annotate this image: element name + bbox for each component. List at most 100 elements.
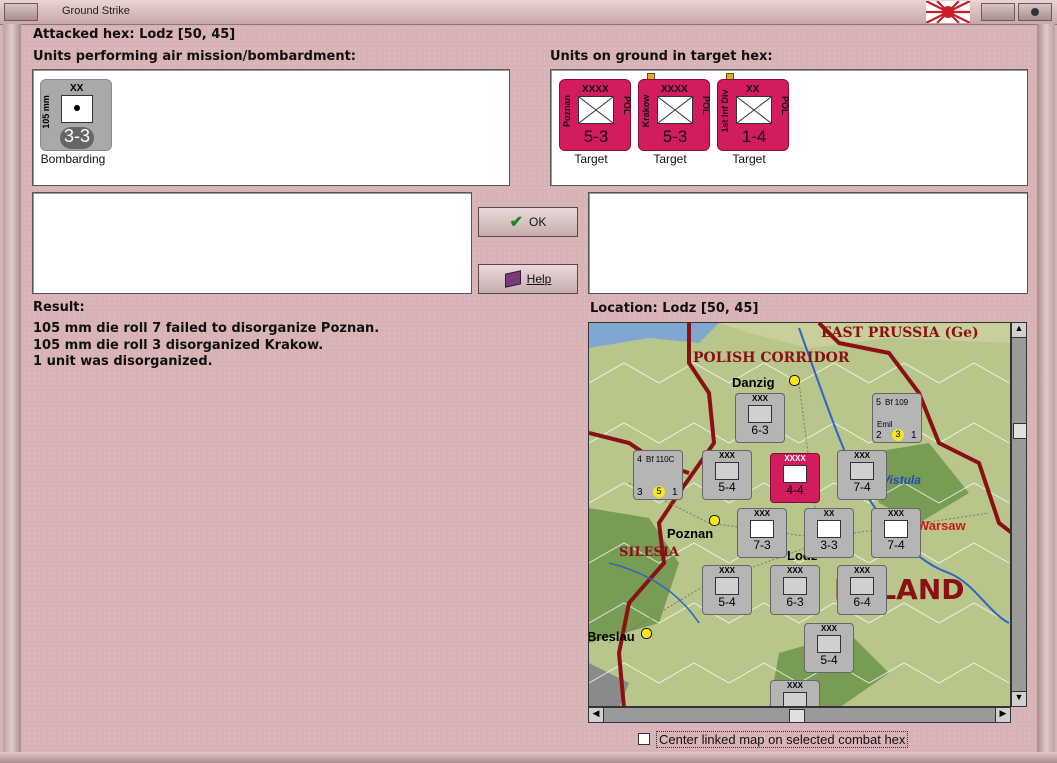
scroll-right-icon[interactable]: ▶ (995, 708, 1010, 722)
map-unit-counter[interactable]: XXX 5-4 (702, 565, 752, 615)
scroll-down-icon[interactable]: ▼ (1012, 691, 1026, 706)
map-unit-counter[interactable]: XX 3-3 (804, 508, 854, 558)
map-city-poznan: Poznan (667, 526, 714, 541)
map-air-unit-counter[interactable]: 4 Bf 110C 3 5 1 (633, 450, 683, 500)
air-unit-right: 1 (672, 487, 678, 498)
map-unit-counter[interactable]: XXX 6-3 (770, 565, 820, 615)
map-unit-counter[interactable]: XXX (770, 680, 820, 706)
ground-unit-counter[interactable]: XXXX Krakow POL 5-3 (638, 79, 711, 151)
location-label: Location: Lodz [50, 45] (590, 301, 759, 316)
rising-sun-flag-icon (925, 0, 971, 24)
right-frame-bar (1037, 24, 1055, 754)
unit-size: XXX (751, 394, 768, 403)
unit-strength: 5-4 (718, 480, 736, 494)
air-unit-top: 4 (637, 454, 643, 464)
air-unit-name: Bf 110C (646, 455, 675, 464)
map-unit-counter[interactable]: XXX 7-4 (871, 508, 921, 558)
unit-size: XXX (820, 624, 837, 633)
map-region-polish-corridor: POLISH CORRIDOR (693, 350, 850, 366)
scroll-thumb[interactable] (1013, 423, 1027, 439)
unit-size: XX (746, 84, 760, 95)
center-map-checkbox-label[interactable]: Center linked map on selected combat hex (656, 731, 909, 748)
infantry-icon (736, 96, 772, 124)
unit-strength: 7-4 (887, 538, 905, 552)
minimize-button[interactable] (981, 3, 1015, 21)
unit-strength: 3-3 (820, 538, 838, 552)
map-horizontal-scrollbar[interactable]: ◀ ▶ (588, 707, 1011, 723)
unit-strength: 6-4 (853, 595, 871, 609)
scroll-up-icon[interactable]: ▲ (1012, 323, 1026, 338)
ok-button[interactable]: ✔ OK (478, 207, 578, 237)
map-unit-counter[interactable]: XXX 6-4 (837, 565, 887, 615)
air-unit-sub: Emil (877, 420, 893, 429)
unit-size: XXX (718, 451, 735, 460)
unit-strength: 4-4 (786, 483, 804, 497)
unit-strength: 7-4 (853, 480, 871, 494)
map-unit-counter[interactable]: XXX 6-3 (735, 393, 785, 443)
air-units-label: Units performing air mission/bombardment… (33, 49, 357, 64)
unit-size: XXXX (661, 84, 688, 95)
help-book-icon (504, 270, 521, 288)
window-menu-button[interactable] (4, 3, 38, 21)
close-button[interactable] (1018, 3, 1052, 21)
result-line: 105 mm die roll 3 disorganized Krakow. (33, 338, 324, 353)
artillery-icon (61, 95, 93, 123)
scroll-thumb[interactable] (789, 709, 805, 723)
bottom-frame-bar (0, 752, 1057, 763)
scroll-left-icon[interactable]: ◀ (589, 708, 604, 722)
unit-strength: 5-4 (718, 595, 736, 609)
unit-size: XXX (718, 566, 735, 575)
unit-nation: POL (780, 96, 790, 115)
map-vertical-scrollbar[interactable]: ▲ ▼ (1011, 322, 1027, 707)
map-region-east-prussia: EAST PRUSSIA (Ge) (821, 325, 979, 341)
ground-unit-counter[interactable]: XX 1st Inf Div POL 1-4 (717, 79, 790, 151)
map-city-warsaw: Warsaw (917, 518, 966, 533)
center-map-checkbox[interactable] (638, 733, 650, 745)
attacker-info-box (32, 192, 472, 294)
city-dot-icon (641, 628, 652, 639)
unit-strength: 6-3 (751, 423, 769, 437)
ground-units-label: Units on ground in target hex: (550, 49, 773, 64)
map-unit-counter[interactable]: XXX 5-4 (804, 623, 854, 673)
ground-unit-caption: Target (732, 152, 766, 166)
unit-strength: 5-3 (662, 127, 688, 146)
map-river-vistula: Vistula (882, 473, 921, 487)
city-dot-icon (709, 515, 720, 526)
map-region-silesia: SILESIA (619, 545, 680, 560)
air-unit-counter[interactable]: XX 105 mm 3-3 (40, 79, 112, 151)
defender-info-box (588, 192, 1028, 294)
checkmark-icon: ✔ (509, 214, 524, 231)
air-unit-caption: Bombarding (40, 152, 106, 166)
unit-nation: POL (701, 96, 711, 115)
air-unit-left: 2 (876, 430, 882, 441)
help-label: Help (526, 272, 552, 286)
unit-strength: 5-3 (583, 127, 609, 146)
map-city-breslau: Breslau (588, 629, 635, 644)
unit-nation: POL (622, 96, 632, 115)
help-button[interactable]: Help (478, 264, 578, 294)
close-icon (1031, 8, 1039, 16)
window-title: Ground Strike (62, 5, 130, 17)
air-unit-left: 3 (637, 487, 643, 498)
map-city-danzig: Danzig (732, 375, 775, 390)
unit-strength: 3-3 (63, 126, 90, 146)
air-unit-name: Bf 109 (885, 398, 909, 407)
ground-unit-caption: Target (574, 152, 608, 166)
map-unit-counter[interactable]: XXX 5-4 (702, 450, 752, 500)
attacked-hex-label: Attacked hex: Lodz [50, 45] (33, 27, 236, 42)
unit-size: XXX (786, 681, 803, 690)
ground-unit-caption: Target (653, 152, 687, 166)
left-frame-bar (3, 24, 21, 754)
map-unit-counter[interactable]: XXX 7-3 (737, 508, 787, 558)
air-unit-top: 5 (876, 397, 882, 407)
hex-map[interactable]: EAST PRUSSIA (Ge) POLISH CORRIDOR SILESI… (588, 322, 1011, 707)
map-unit-counter[interactable]: XXX 7-4 (837, 450, 887, 500)
ground-unit-counter[interactable]: XXXX Poznan POL 5-3 (559, 79, 632, 151)
map-unit-counter-selected[interactable]: XXXX 4-4 (770, 453, 820, 503)
unit-size: XXXX (784, 454, 806, 463)
unit-size: XXX (753, 509, 770, 518)
unit-side-label: 105 mm (40, 95, 51, 129)
map-air-unit-counter[interactable]: 5 Bf 109 Emil 2 3 1 (872, 393, 922, 443)
unit-strength: 5-4 (820, 653, 838, 667)
unit-size: XXX (853, 566, 870, 575)
